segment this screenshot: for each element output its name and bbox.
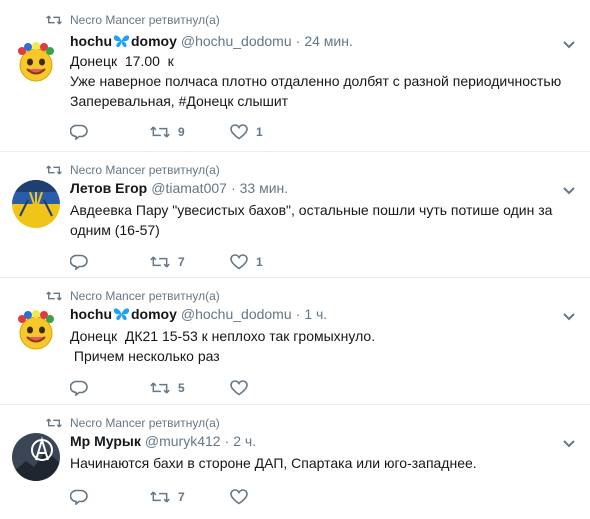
like-button[interactable]	[230, 488, 310, 506]
tweet-actions: 9 1	[70, 123, 310, 141]
heart-icon	[230, 254, 248, 270]
timestamp[interactable]: 33 мин.	[240, 180, 289, 196]
tweet-header: hochu domoy @hochu_dodomu · 24 мин.	[70, 33, 353, 53]
tweet-header: Мр Мурык @muryk412 · 2 ч.	[70, 433, 256, 453]
retweet-count: 5	[178, 381, 185, 395]
heart-icon	[230, 380, 248, 396]
retweeted-by-label: Necro Mancer ретвитнул(а)	[70, 289, 220, 303]
butterfly-icon	[113, 35, 130, 48]
retweet-icon	[150, 382, 170, 394]
timestamp[interactable]: 1 ч.	[304, 306, 327, 322]
tweet-actions: 7 1	[70, 253, 310, 271]
retweet-context: Necro Mancer ретвитнул(а)	[46, 162, 220, 178]
retweet-context: Necro Mancer ретвитнул(а)	[46, 12, 220, 28]
retweet-count: 9	[178, 125, 185, 139]
retweet-button[interactable]: 7	[150, 488, 230, 506]
tweet-text: Донецк 17.00 к Уже наверное полчаса плот…	[70, 51, 570, 111]
anarchy-avatar-icon	[12, 433, 60, 481]
tweet-text-line: Донецк 17.00 к	[70, 53, 174, 69]
chevron-down-icon[interactable]	[562, 439, 576, 449]
display-name[interactable]: Мр Мурык	[70, 433, 141, 449]
reply-icon	[70, 380, 88, 396]
reply-icon	[70, 254, 88, 270]
retweet-icon	[150, 256, 170, 268]
chevron-down-icon[interactable]	[562, 312, 576, 322]
tweet-actions: 5	[70, 379, 310, 397]
timeline-feed: Necro Mancer ретвитнул(а) hochu domoy @h…	[0, 0, 590, 519]
tweet-text-line: Начинаются бахи в стороне ДАП, Спартака …	[70, 455, 477, 471]
chevron-down-icon[interactable]	[562, 186, 576, 196]
avatar[interactable]	[12, 306, 60, 354]
reply-button[interactable]	[70, 488, 150, 506]
display-name[interactable]: hochu domoy	[70, 33, 177, 49]
separator-dot: ·	[295, 306, 301, 322]
like-button[interactable]	[230, 379, 310, 397]
tweet-text-line: Заперевальная, #Донецк слышит	[70, 93, 289, 109]
tweet[interactable]: Necro Mancer ретвитнул(а) Мр Мурык @mury…	[0, 405, 590, 519]
tweet-header: hochu domoy @hochu_dodomu · 1 ч.	[70, 306, 327, 326]
avatar[interactable]	[12, 433, 60, 481]
retweet-icon	[46, 165, 62, 175]
retweet-context: Necro Mancer ретвитнул(а)	[46, 288, 220, 304]
emoji-avatar-icon	[12, 38, 60, 86]
tweet[interactable]: Necro Mancer ретвитнул(а) hochu domoy @h…	[0, 278, 590, 405]
reply-button[interactable]	[70, 123, 150, 141]
like-button[interactable]: 1	[230, 253, 310, 271]
tweet[interactable]: Necro Mancer ретвитнул(а) hochu domoy @h…	[0, 0, 590, 152]
user-handle[interactable]: @tiamat007	[151, 180, 227, 196]
emoji-avatar-icon	[12, 306, 60, 354]
separator-dot: ·	[224, 433, 230, 449]
retweeted-by-label: Necro Mancer ретвитнул(а)	[70, 163, 220, 177]
reply-button[interactable]	[70, 379, 150, 397]
retweeted-by-label: Necro Mancer ретвитнул(а)	[70, 416, 220, 430]
user-handle[interactable]: @muryk412	[145, 433, 221, 449]
like-count: 1	[256, 125, 263, 139]
timestamp[interactable]: 2 ч.	[233, 433, 256, 449]
tweet-header: Летов Егор @tiamat007 · 33 мин.	[70, 180, 288, 200]
like-count: 1	[256, 255, 263, 269]
tweet-text-line: одним (16-57)	[70, 222, 160, 238]
separator-dot: ·	[230, 180, 236, 196]
retweeted-by-label: Necro Mancer ретвитнул(а)	[70, 13, 220, 27]
heart-icon	[230, 124, 248, 140]
chevron-down-icon[interactable]	[562, 40, 576, 50]
tweet-text-line: Уже наверное полчаса плотно отдаленно до…	[70, 73, 562, 89]
timestamp[interactable]: 24 мин.	[304, 33, 353, 49]
reply-icon	[70, 489, 88, 505]
retweet-icon	[150, 491, 170, 503]
user-handle[interactable]: @hochu_dodomu	[181, 306, 292, 322]
tweet-text-line: Причем несколько раз	[70, 348, 220, 364]
avatar[interactable]	[12, 38, 60, 86]
tweet-text: Начинаются бахи в стороне ДАП, Спартака …	[70, 453, 570, 473]
tweet-text-line: Авдеевка Пару "увесистых бахов", остальн…	[70, 202, 553, 218]
retweet-icon	[150, 126, 170, 138]
retweet-icon	[46, 15, 62, 25]
tweet[interactable]: Necro Mancer ретвитнул(а) Летов Егор @ti…	[0, 152, 590, 278]
user-handle[interactable]: @hochu_dodomu	[181, 33, 292, 49]
heart-icon	[230, 489, 248, 505]
reply-icon	[70, 124, 88, 140]
retweet-icon	[46, 291, 62, 301]
retweet-count: 7	[178, 490, 185, 504]
tweet-text-line: Донецк ДК21 15-53 к неплохо так громыхну…	[70, 328, 376, 344]
display-name[interactable]: hochu domoy	[70, 306, 177, 322]
display-name[interactable]: Летов Егор	[70, 180, 147, 196]
retweet-button[interactable]: 7	[150, 253, 230, 271]
retweet-button[interactable]: 5	[150, 379, 230, 397]
retweet-icon	[46, 418, 62, 428]
tweet-text: Донецк ДК21 15-53 к неплохо так громыхну…	[70, 326, 570, 366]
tweet-actions: 7	[70, 488, 310, 506]
like-button[interactable]: 1	[230, 123, 310, 141]
tweet-text: Авдеевка Пару "увесистых бахов", остальн…	[70, 200, 570, 240]
reply-button[interactable]	[70, 253, 150, 271]
separator-dot: ·	[295, 33, 301, 49]
retweet-context: Necro Mancer ретвитнул(а)	[46, 415, 220, 431]
retweet-count: 7	[178, 255, 185, 269]
retweet-button[interactable]: 9	[150, 123, 230, 141]
flag-avatar-icon	[12, 180, 60, 228]
butterfly-icon	[113, 308, 130, 321]
avatar[interactable]	[12, 180, 60, 228]
